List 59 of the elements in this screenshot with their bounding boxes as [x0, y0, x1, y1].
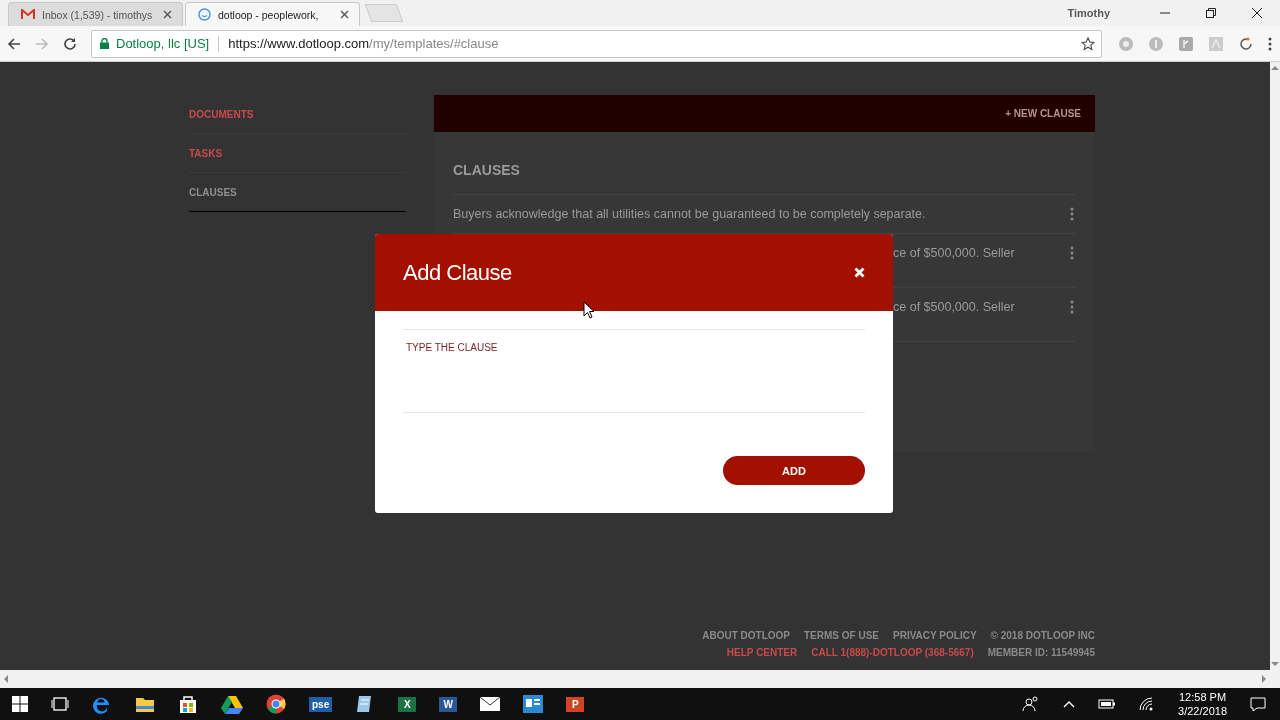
envelope-icon[interactable] [480, 697, 501, 711]
scrollbar[interactable] [1270, 62, 1280, 670]
scrollbar[interactable] [0, 670, 1280, 688]
more-icon[interactable] [1070, 207, 1074, 221]
clause-text: ce of $500,000. Seller [893, 300, 1015, 314]
contacts-icon[interactable] [523, 695, 544, 713]
clause-text: ce of $500,000. Seller [893, 246, 1015, 260]
profile-name[interactable]: Timothy [1067, 7, 1110, 19]
browser-tab[interactable]: dotloop - peoplework, [185, 2, 360, 26]
app-icon[interactable]: X [398, 696, 417, 712]
notification-icon[interactable] [1250, 696, 1266, 712]
people-icon[interactable] [1022, 696, 1041, 712]
scroll-left-icon[interactable] [3, 675, 9, 683]
clause-text: Buyers acknowledge that all utilities cannot be guaranteed to be completely separate. [453, 207, 926, 221]
section-title: CLAUSES [453, 162, 1076, 195]
battery-icon[interactable] [1098, 699, 1117, 709]
more-icon[interactable] [1070, 300, 1074, 314]
close-icon[interactable] [340, 10, 349, 19]
new-clause-button[interactable]: + NEW CLAUSE [1003, 106, 1083, 121]
app-icon[interactable]: pse [309, 696, 333, 712]
menu-icon[interactable] [1268, 36, 1272, 51]
site-identity: Dotloop, llc [US] [116, 36, 210, 51]
clock-date[interactable]: 3/22/2018 [1178, 704, 1227, 718]
footer-text: © 2018 DOTLOOP INC [990, 630, 1095, 641]
loading-icon [198, 8, 211, 21]
restore-icon[interactable] [1205, 7, 1217, 19]
star-icon[interactable] [1081, 36, 1095, 51]
lock-icon [100, 38, 109, 49]
app-icon[interactable]: W [439, 696, 458, 712]
mail-icon [21, 9, 35, 20]
close-icon[interactable] [1251, 7, 1263, 19]
task-view-icon[interactable] [51, 696, 69, 712]
back-icon[interactable] [7, 36, 21, 51]
chrome-icon[interactable] [266, 694, 286, 714]
triangle-logo-icon[interactable] [221, 694, 243, 714]
add-button[interactable]: ADD [723, 456, 865, 485]
dialog-title: Add Clause [403, 259, 512, 286]
sidebar-item[interactable]: CLAUSES [189, 173, 406, 211]
clause-field[interactable]: TYPE THE CLAUSE [403, 329, 865, 413]
footer-text: TERMS OF USE [804, 630, 879, 641]
clock-time[interactable]: 12:58 PM [1179, 690, 1227, 704]
app-icon[interactable]: P [566, 696, 585, 712]
footer-text: ABOUT DOTLOOP [702, 630, 790, 641]
url-text: https://www.dotloop.com/my/templates/#clause [228, 36, 499, 51]
address-bar[interactable]: Dotloop, llc [US] https://www.dotloop.com/my/templates/#clause [91, 29, 1102, 58]
refresh-icon[interactable] [1238, 35, 1254, 52]
scroll-down-icon[interactable] [1271, 661, 1279, 667]
scroll-right-icon[interactable] [1261, 675, 1267, 683]
shopping-bag-icon[interactable] [178, 694, 198, 714]
more-icon[interactable] [1070, 246, 1074, 260]
folder-icon[interactable] [135, 695, 155, 713]
footer-text: PRIVACY POLICY [893, 630, 977, 641]
chevron-up-icon[interactable] [1063, 700, 1076, 708]
scroll-up-icon[interactable] [1271, 65, 1279, 71]
reload-icon[interactable] [63, 36, 77, 51]
footer-text: MEMBER ID: 11549945 [987, 647, 1095, 658]
browser-tab[interactable]: Inbox (1,539) - timothys [8, 2, 183, 26]
windows-start-icon[interactable] [12, 696, 28, 712]
cursor-icon [583, 301, 595, 319]
